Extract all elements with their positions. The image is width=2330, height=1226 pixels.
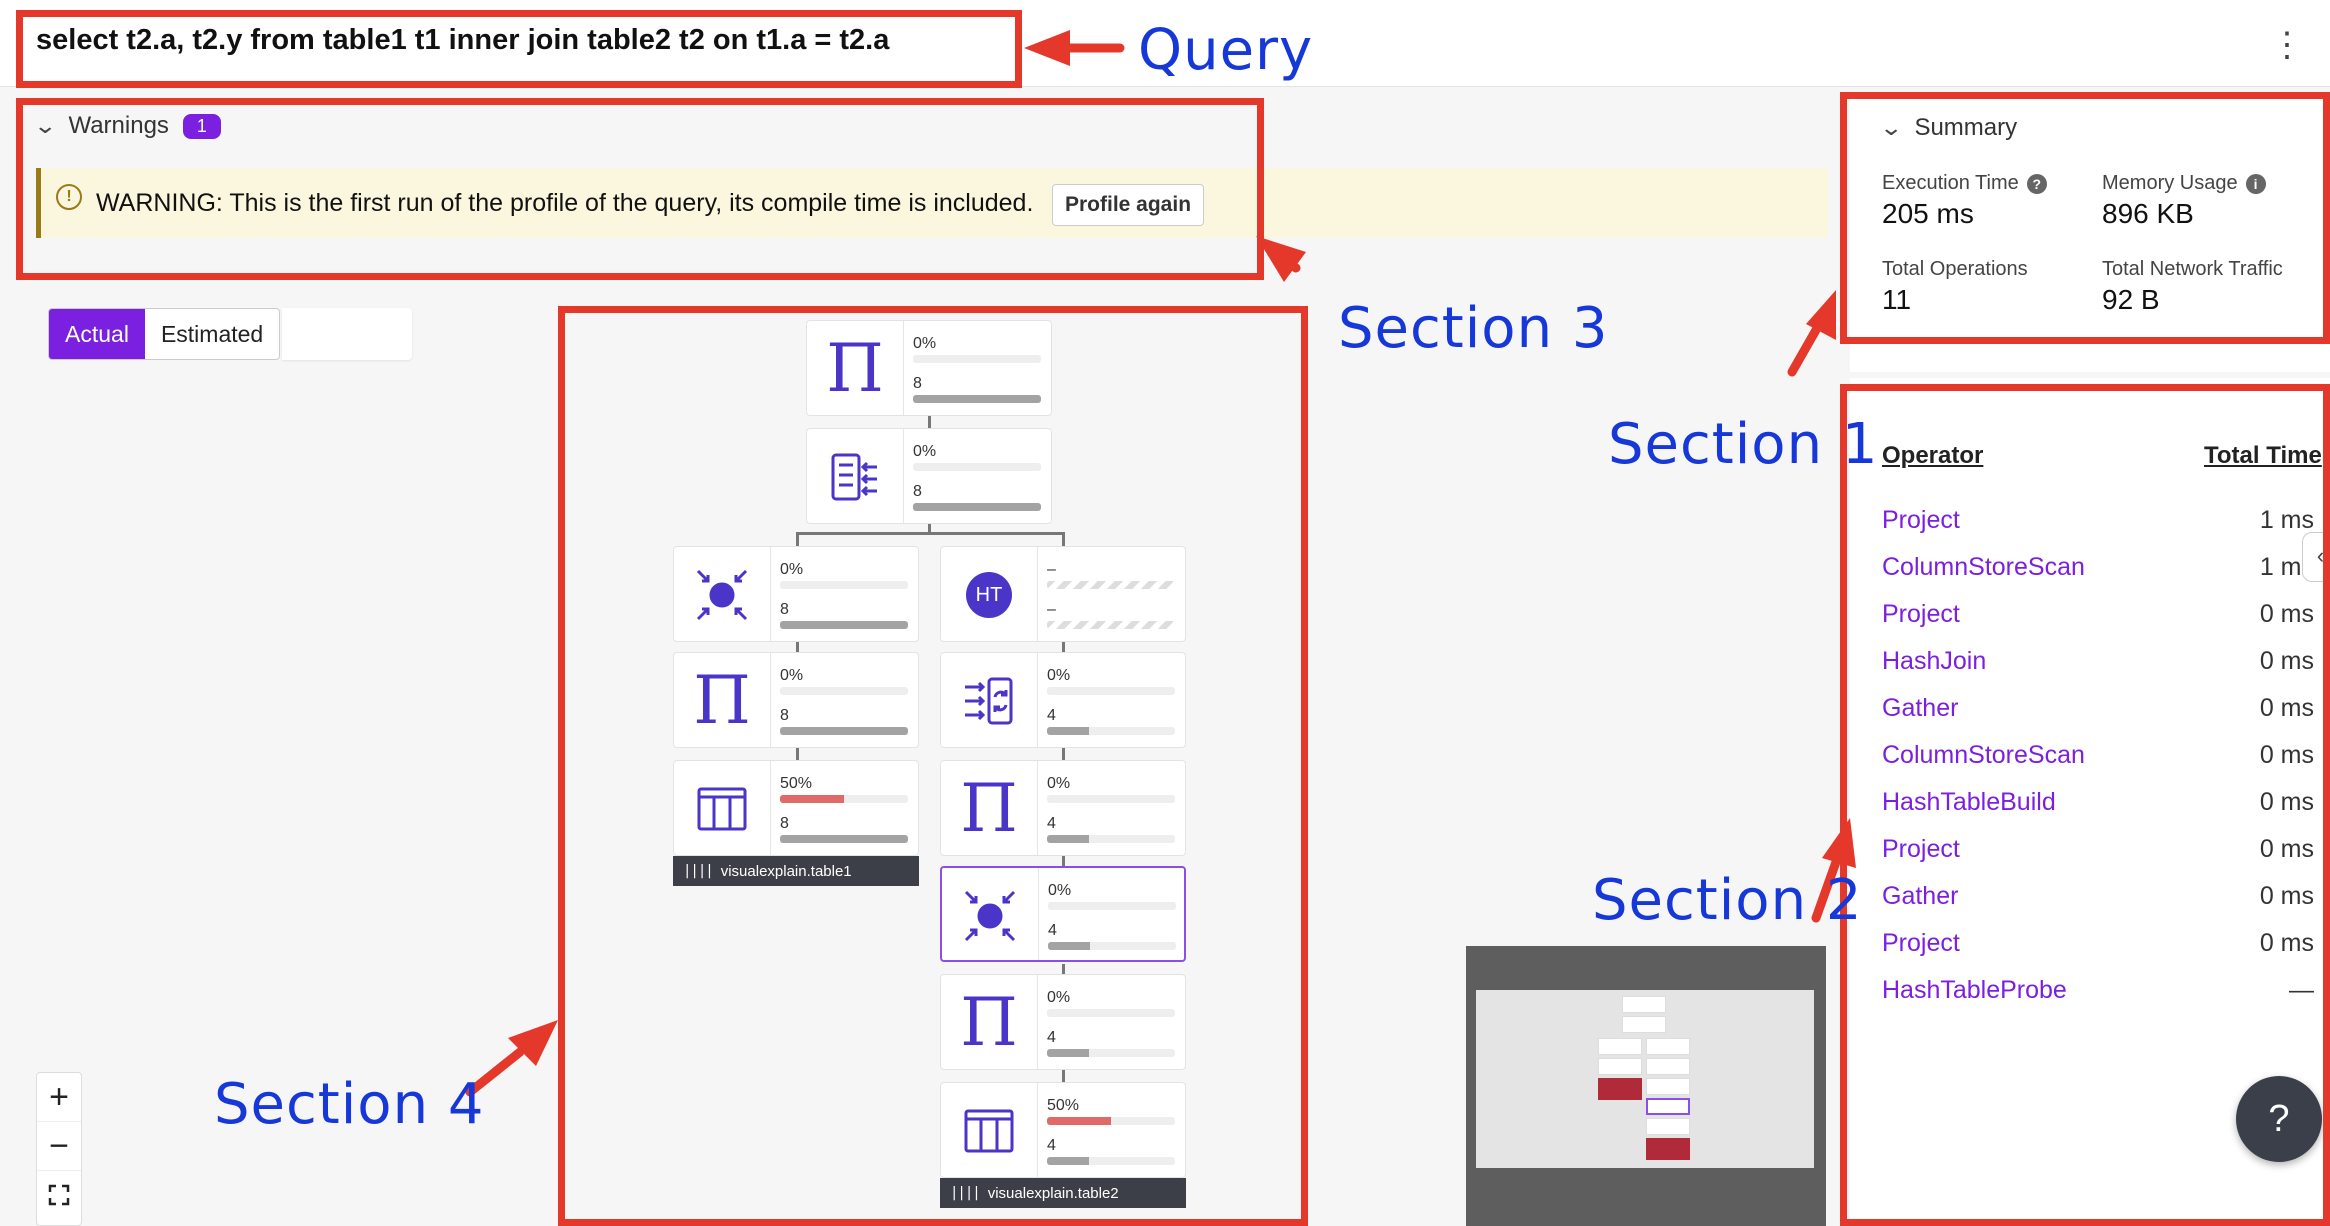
- section4-annotation-label: Section 4: [214, 1072, 485, 1137]
- section3-annotation-label: Section 3: [1338, 296, 1609, 361]
- section2-annotation-label: Section 2: [1592, 868, 1863, 933]
- annotation-arrows: [465, 30, 1856, 1097]
- query-annotation-label: Query: [1138, 18, 1314, 83]
- section1-annotation-label: Section 1: [1608, 412, 1879, 477]
